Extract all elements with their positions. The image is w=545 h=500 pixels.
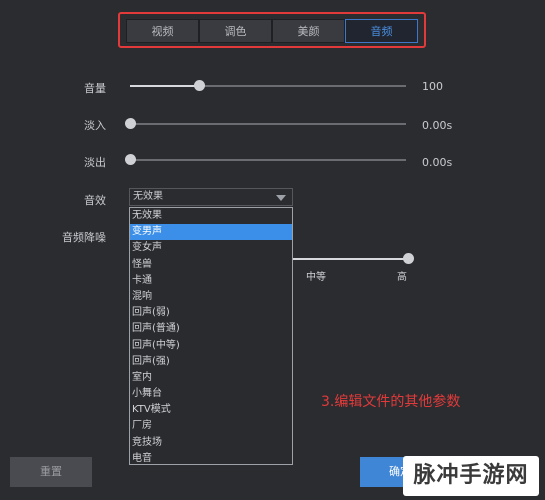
annotation-text: 3.编辑文件的其他参数: [321, 394, 461, 410]
dropdown-option[interactable]: 变男声: [130, 224, 292, 241]
fade-out-label: 淡出: [84, 156, 106, 169]
effect-dropdown-list: 无效果 变男声 变女声 怪兽 卡通 混响 回声(弱) 回声(普通) 回声(中等) 回声(强) 室内小…: [129, 207, 293, 465]
dropdown-option[interactable]: 回声(弱): [130, 305, 292, 321]
dropdown-option[interactable]: 怪兽: [130, 257, 292, 273]
fade-in-value: 0.00s: [422, 119, 453, 132]
effect-label: 音效: [84, 194, 106, 207]
effect-select[interactable]: 无效果: [129, 188, 293, 206]
dropdown-option[interactable]: 小舞台: [130, 386, 292, 402]
dropdown-option[interactable]: 回声(强): [130, 354, 292, 370]
volume-value: 100: [422, 80, 443, 93]
tab-color[interactable]: 调色: [199, 19, 272, 43]
effect-select-value: 无效果: [133, 191, 163, 202]
noise-tick-high: 高: [397, 272, 407, 283]
chevron-down-icon[interactable]: [276, 195, 286, 201]
fade-out-value: 0.00s: [422, 156, 453, 169]
volume-label: 音量: [84, 82, 106, 95]
volume-slider-fill: [130, 85, 199, 87]
watermark-logo: 脉冲手游网: [403, 456, 539, 496]
noise-tick-medium: 中等: [306, 272, 326, 283]
fade-in-slider-knob[interactable]: [125, 118, 136, 129]
noise-reduction-label: 音频降噪: [62, 231, 106, 244]
dropdown-option[interactable]: 竞技场: [130, 435, 292, 451]
tab-beauty[interactable]: 美颜: [272, 19, 345, 43]
fade-out-slider-knob[interactable]: [125, 154, 136, 165]
reset-button[interactable]: 重置: [10, 457, 92, 487]
dropdown-option[interactable]: 回声(普通): [130, 321, 292, 337]
dropdown-option[interactable]: 卡通: [130, 273, 292, 289]
dropdown-option[interactable]: KTV模式: [130, 402, 292, 418]
dropdown-option[interactable]: 室内: [130, 370, 292, 386]
fade-in-label: 淡入: [84, 119, 106, 132]
dropdown-option[interactable]: 混响: [130, 289, 292, 305]
dropdown-option[interactable]: 变女声: [130, 240, 292, 256]
tab-video[interactable]: 视频: [126, 19, 199, 43]
dropdown-option[interactable]: 电音: [130, 451, 292, 464]
tab-bar: 视频 调色 美颜 音频: [126, 19, 418, 43]
dropdown-option[interactable]: 无效果: [130, 208, 292, 224]
fade-in-slider[interactable]: [125, 118, 406, 129]
volume-slider-knob[interactable]: [194, 80, 205, 91]
dropdown-option[interactable]: 厂房: [130, 418, 292, 434]
tabs-highlight-frame: 视频 调色 美颜 音频: [118, 12, 426, 48]
fade-out-slider[interactable]: [125, 154, 406, 165]
noise-reduction-slider-knob[interactable]: [403, 253, 414, 264]
dropdown-option[interactable]: 回声(中等): [130, 338, 292, 354]
volume-slider[interactable]: [130, 80, 406, 91]
tab-audio[interactable]: 音频: [345, 19, 418, 43]
